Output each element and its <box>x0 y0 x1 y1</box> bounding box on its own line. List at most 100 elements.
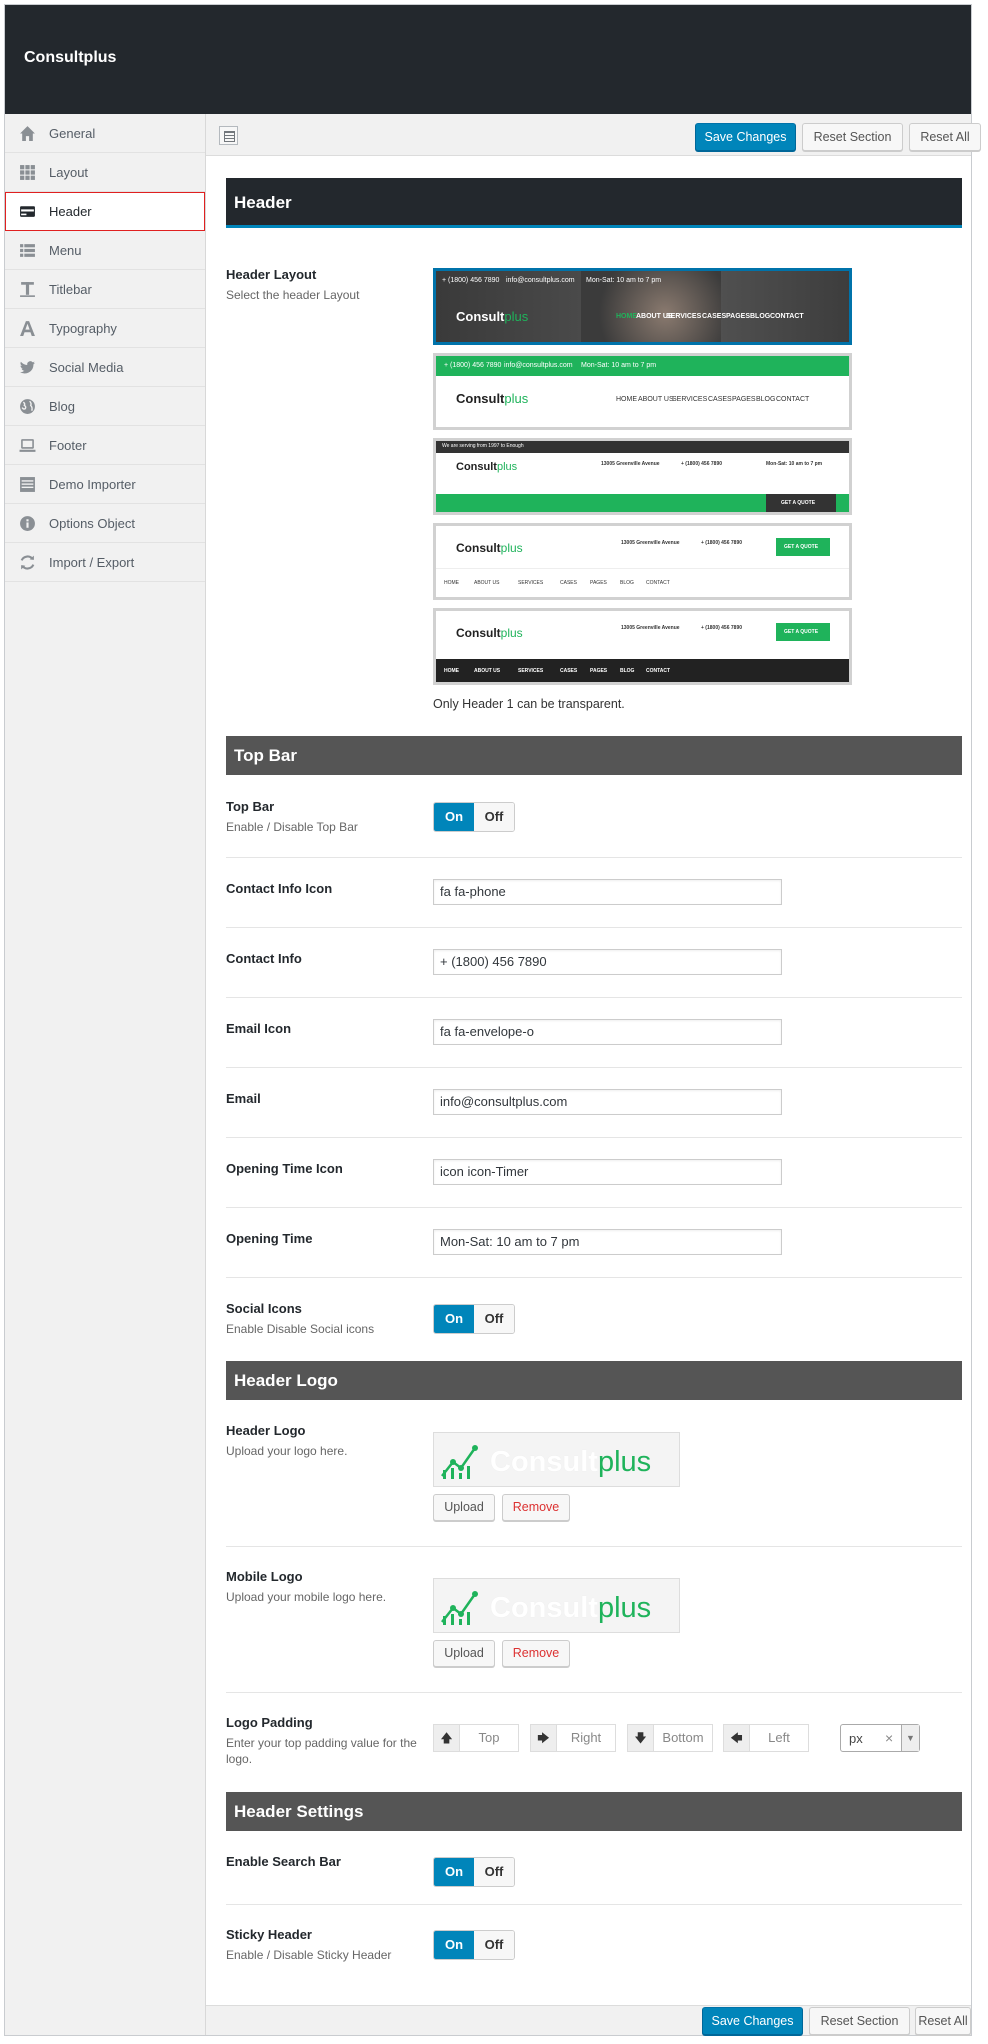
padding-right-input[interactable]: 🡆 Right <box>530 1724 616 1752</box>
mobile-logo-upload-button[interactable]: Upload <box>433 1640 495 1667</box>
contact-info-input[interactable]: + (1800) 456 7890 <box>433 949 782 975</box>
field-title: Header Logo <box>226 1423 306 1438</box>
admin-frame: Consultplus General Layout Header Menu T <box>4 4 981 2036</box>
switch-off[interactable]: Off <box>474 1305 514 1333</box>
mobile-logo-preview: Consultplus <box>433 1578 680 1633</box>
save-changes-button[interactable]: Save Changes <box>695 123 796 151</box>
chevron-down-icon[interactable]: ▼ <box>901 1725 919 1751</box>
contact-icon-input[interactable]: fa fa-phone <box>433 879 782 905</box>
field-title: Mobile Logo <box>226 1569 303 1584</box>
header-layout-option-1[interactable]: + (1800) 456 7890 info@consultplus.com M… <box>433 268 852 345</box>
sidebar-item-blog[interactable]: Blog <box>5 387 205 426</box>
preview-phone: + (1800) 456 7890 <box>701 625 743 631</box>
logo-text-b: plus <box>597 1446 652 1478</box>
sidebar-item-general[interactable]: General <box>5 114 205 153</box>
sidebar-item-social-media[interactable]: Social Media <box>5 348 205 387</box>
preview-logo: Consultplus <box>456 391 528 406</box>
preview-logo: Consultplus <box>456 626 523 640</box>
expand-options-button[interactable] <box>219 126 238 145</box>
padding-placeholder: Right <box>570 1730 602 1745</box>
preview-address: 13005 Greenville Avenue <box>601 461 660 467</box>
arrow-up-icon: 🡅 <box>434 1725 460 1751</box>
arrow-down-icon: 🡇 <box>628 1725 654 1751</box>
preview-nav-pages: PAGES <box>726 313 750 320</box>
sidebar-item-import-export[interactable]: Import / Export <box>5 543 205 582</box>
reset-all-button[interactable]: Reset All <box>915 2007 971 2035</box>
preview-nav-contact: CONTACT <box>770 313 804 320</box>
preview-address: 13005 Greenville Avenue <box>621 540 680 546</box>
sidebar-item-layout[interactable]: Layout <box>5 153 205 192</box>
preview-nav-home: HOME <box>616 313 637 320</box>
sticky-header-switch[interactable]: On Off <box>433 1930 515 1960</box>
header-layout-option-2[interactable]: + (1800) 456 7890 info@consultplus.com M… <box>433 353 852 430</box>
header-layout-option-5[interactable]: Consultplus 13005 Greenville Avenue + (1… <box>433 608 852 685</box>
field-subtitle: Enable Disable Social icons <box>226 1322 375 1336</box>
logo-text: Consultplus <box>490 1446 651 1479</box>
email-icon-input[interactable]: fa fa-envelope-o <box>433 1019 782 1045</box>
switch-on[interactable]: On <box>434 803 474 831</box>
header-logo-upload-button[interactable]: Upload <box>433 1494 495 1521</box>
refresh-icon <box>20 555 35 570</box>
reset-section-button[interactable]: Reset Section <box>809 2007 910 2035</box>
field-title: Social Icons <box>226 1301 302 1316</box>
table-icon <box>20 477 35 492</box>
reset-all-button[interactable]: Reset All <box>909 123 981 151</box>
preview-nav-contact: CONTACT <box>646 580 670 586</box>
logo-chart-icon <box>441 1445 478 1479</box>
field-title: Enable Search Bar <box>226 1854 341 1869</box>
mobile-logo-remove-button[interactable]: Remove <box>502 1640 570 1667</box>
field-title: Contact Info <box>226 951 302 966</box>
sidebar-item-demo-importer[interactable]: Demo Importer <box>5 465 205 504</box>
home-icon <box>20 126 35 141</box>
switch-on[interactable]: On <box>434 1931 474 1959</box>
row-divider <box>226 1207 962 1208</box>
switch-off[interactable]: Off <box>474 1858 514 1886</box>
sidebar-item-titlebar[interactable]: Titlebar <box>5 270 205 309</box>
padding-bottom-input[interactable]: 🡇 Bottom <box>627 1724 713 1752</box>
switch-on[interactable]: On <box>434 1305 474 1333</box>
preview-nav-contact: CONTACT <box>776 396 810 403</box>
switch-on[interactable]: On <box>434 1858 474 1886</box>
sidebar-item-label: Header <box>49 204 92 219</box>
switch-off[interactable]: Off <box>474 803 514 831</box>
preview-nav-cases: CASES <box>702 313 727 320</box>
topbar-switch[interactable]: On Off <box>433 802 515 832</box>
preview-phone: + (1800) 456 7890 <box>444 362 502 369</box>
sidebar-item-options-object[interactable]: Options Object <box>5 504 205 543</box>
logo-text-a: Consult <box>490 1592 598 1624</box>
sidebar-item-footer[interactable]: Footer <box>5 426 205 465</box>
header-layout-option-4[interactable]: Consultplus 13005 Greenville Avenue + (1… <box>433 523 852 600</box>
opening-icon-input[interactable]: icon icon-Timer <box>433 1159 782 1185</box>
sidebar-item-label: Options Object <box>49 516 135 531</box>
sidebar-item-menu[interactable]: Menu <box>5 231 205 270</box>
field-subtitle: Enable / Disable Top Bar <box>226 820 358 834</box>
preview-nav-home: HOME <box>616 396 637 403</box>
padding-left-input[interactable]: 🡄 Left <box>723 1724 809 1752</box>
email-input[interactable]: info@consultplus.com <box>433 1089 782 1115</box>
preview-phone: + (1800) 456 7890 <box>681 461 723 467</box>
preview-nav-blog: BLOG <box>620 580 634 586</box>
sidebar-item-typography[interactable]: Typography <box>5 309 205 348</box>
padding-top-input[interactable]: 🡅 Top <box>433 1724 519 1752</box>
info-icon <box>20 516 35 531</box>
text-icon <box>20 282 35 297</box>
preview-nav-contact: CONTACT <box>646 668 671 674</box>
section-header-settings-heading: Header Settings <box>226 1792 962 1831</box>
header-logo-remove-button[interactable]: Remove <box>502 1494 570 1521</box>
clear-icon[interactable]: × <box>885 1730 893 1746</box>
switch-off[interactable]: Off <box>474 1931 514 1959</box>
reset-section-button[interactable]: Reset Section <box>802 123 903 151</box>
social-icons-switch[interactable]: On Off <box>433 1304 515 1334</box>
search-bar-switch[interactable]: On Off <box>433 1857 515 1887</box>
sidebar-item-header[interactable]: Header <box>5 192 205 231</box>
layout-preview-divider <box>436 568 849 569</box>
preview-quote: GET A QUOTE <box>781 500 816 506</box>
save-changes-button[interactable]: Save Changes <box>702 2007 803 2035</box>
opening-time-input[interactable]: Mon-Sat: 10 am to 7 pm <box>433 1229 782 1255</box>
preview-logo-a: Consult <box>456 541 501 555</box>
padding-unit-select[interactable]: px × ▼ <box>840 1724 920 1752</box>
preview-logo-a: Consult <box>456 461 497 473</box>
header-layout-option-3[interactable]: We are serving from 1997 to Enough Consu… <box>433 438 852 515</box>
row-divider <box>226 927 962 928</box>
logo-text-a: Consult <box>490 1446 598 1478</box>
